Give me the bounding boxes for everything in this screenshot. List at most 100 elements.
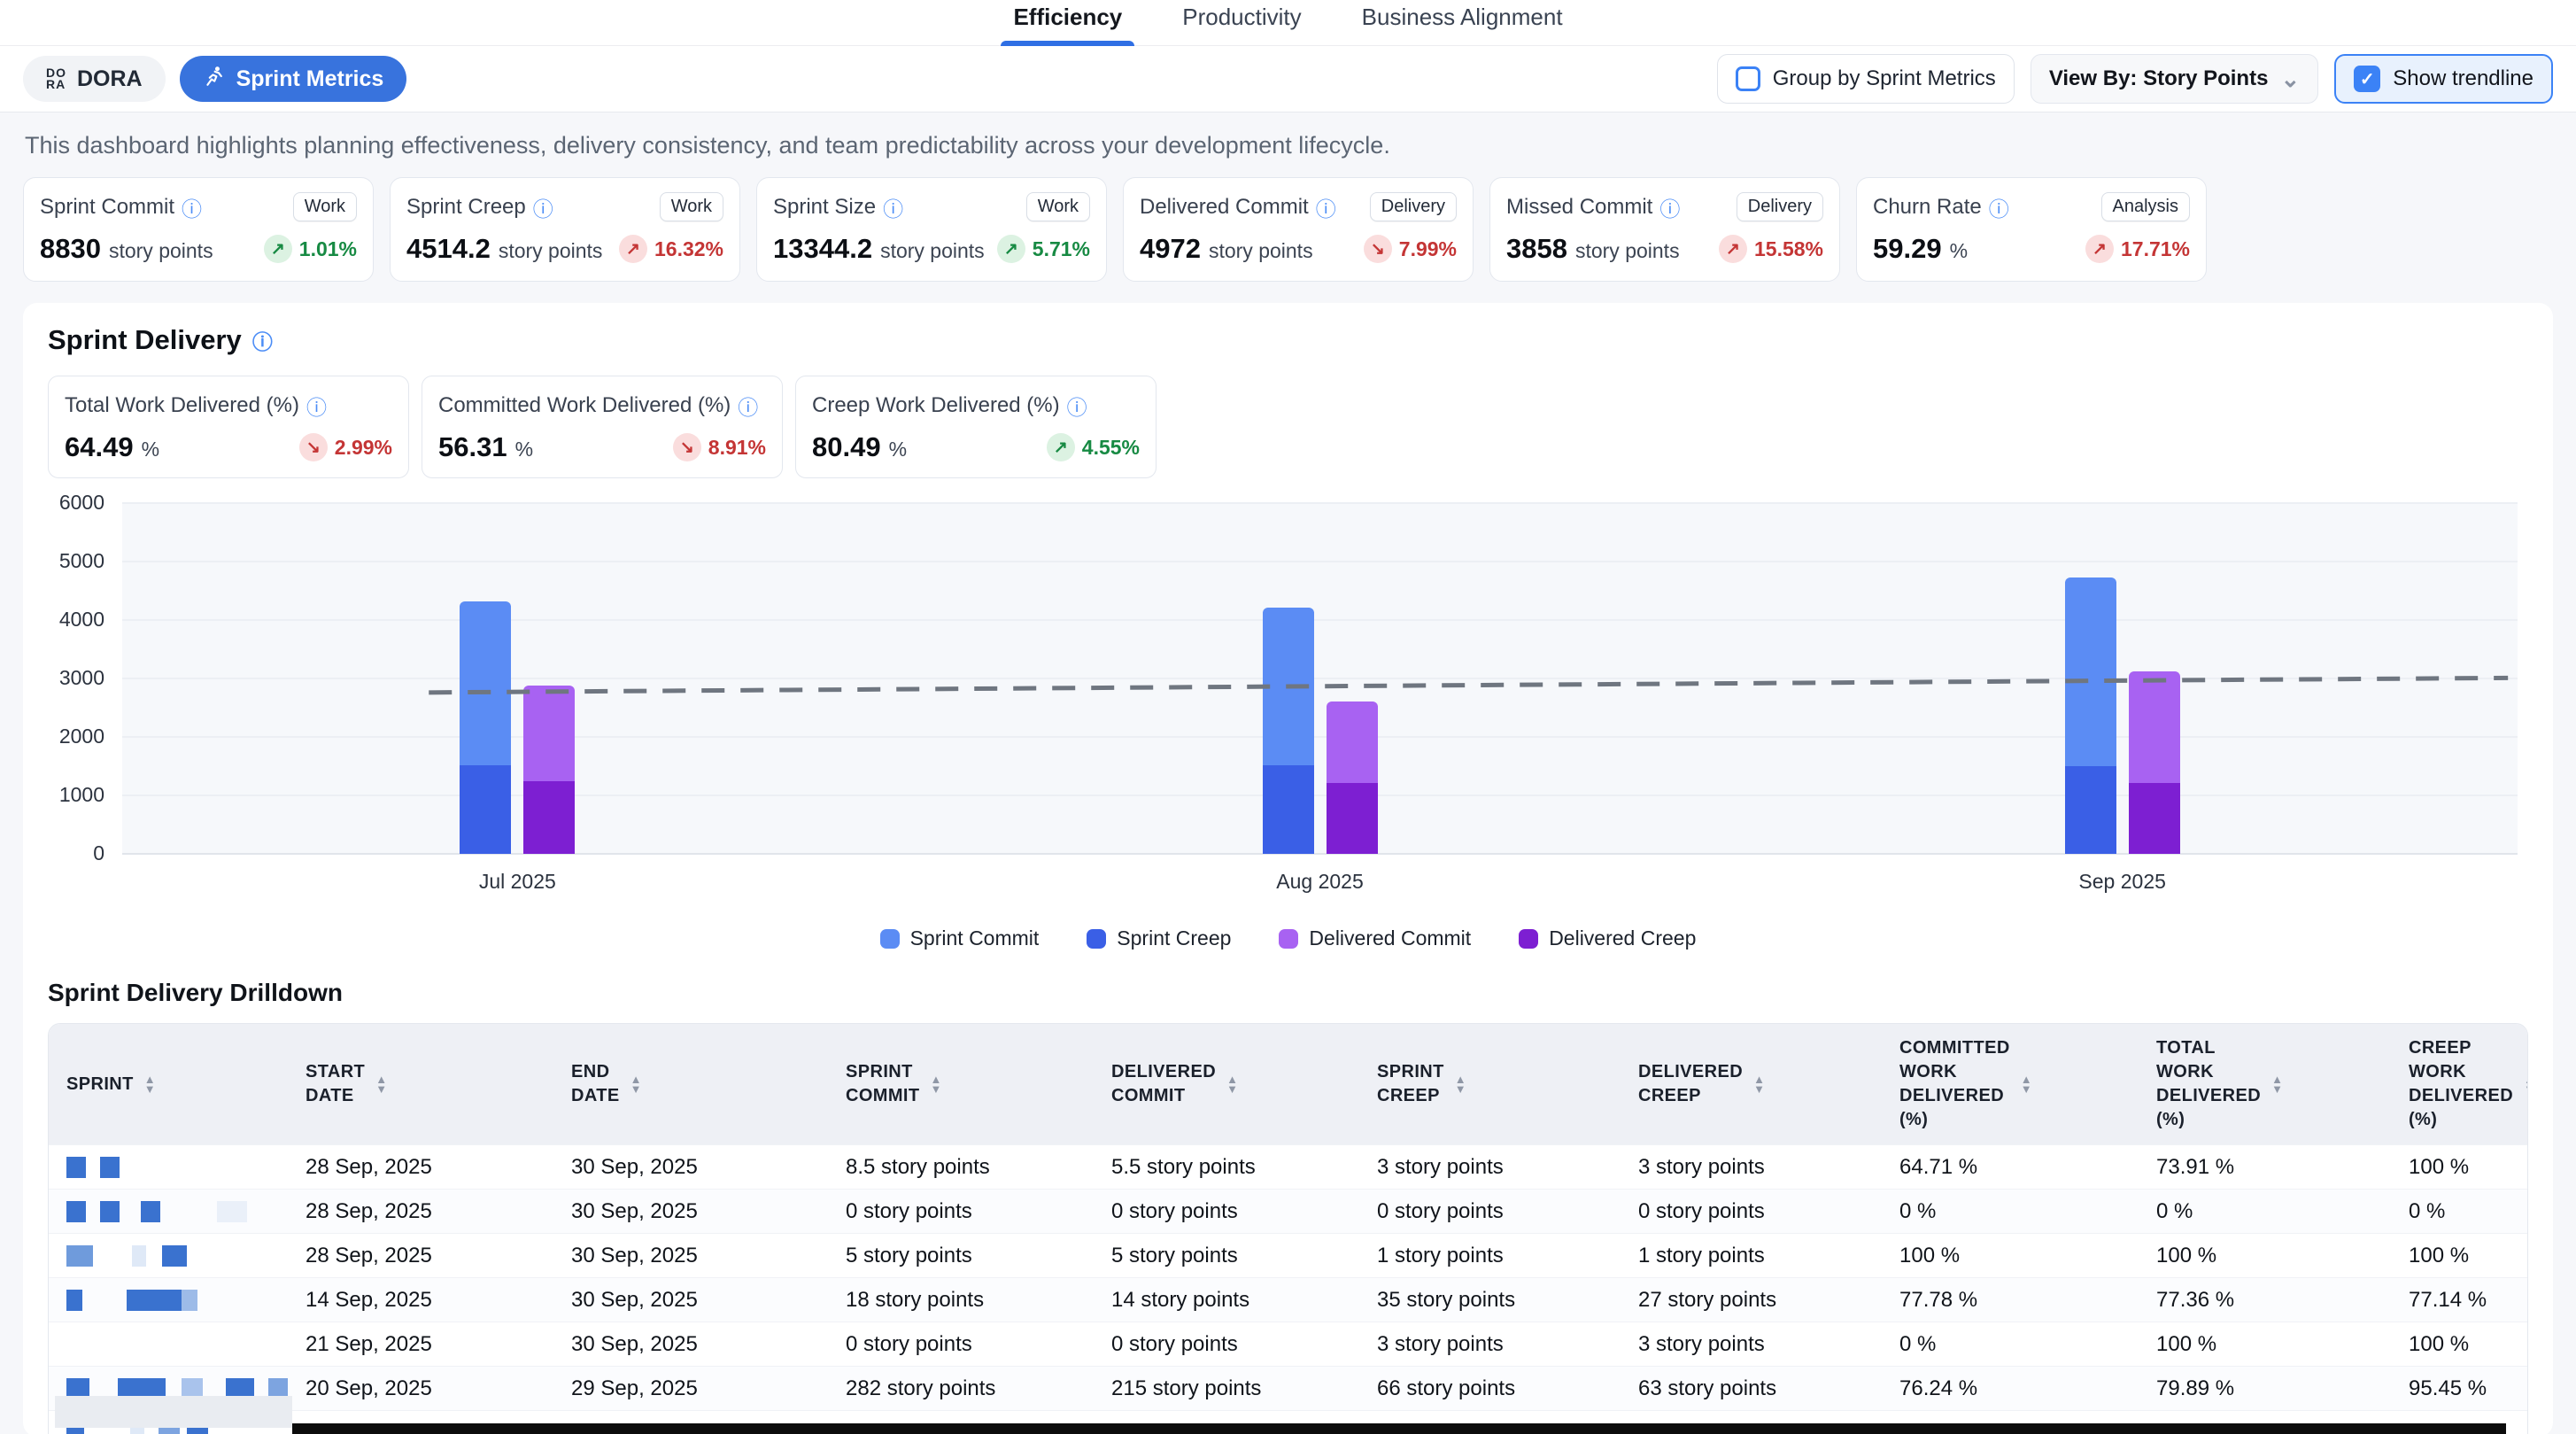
table-row[interactable]: 20 Sep, 202529 Sep, 2025282 story points… <box>49 1366 2527 1410</box>
redacted-sprint-name <box>141 1201 160 1222</box>
table-row[interactable]: 28 Sep, 202530 Sep, 20255 story points5 … <box>49 1233 2527 1277</box>
table-row[interactable]: 21 Sep, 202530 Sep, 20250 story points0 … <box>49 1322 2527 1366</box>
cell-delivered_commit: 5 story points <box>1094 1244 1359 1268</box>
bar-segment-delivered-commit[interactable] <box>523 686 575 781</box>
horizontal-scrollbar[interactable] <box>292 1423 2506 1434</box>
cell-start: 14 Sep, 2025 <box>288 1288 553 1313</box>
metric-unit: % <box>1950 239 1968 263</box>
column-label: END DATE <box>571 1060 620 1108</box>
sort-icon[interactable]: ▲▼ <box>144 1074 156 1094</box>
bar-segment-delivered-creep[interactable] <box>523 781 575 855</box>
column-header-end-date[interactable]: END DATE ▲▼ <box>553 1048 828 1120</box>
info-icon[interactable]: ⓘ <box>738 391 758 421</box>
tab-efficiency[interactable]: Efficiency <box>1010 0 1126 45</box>
redacted-sprint-name <box>100 1201 120 1222</box>
view-by-dropdown[interactable]: View By: Story Points ⌄ <box>2031 54 2318 104</box>
sort-icon[interactable]: ▲▼ <box>375 1074 387 1094</box>
category-badge: Work <box>293 192 357 221</box>
info-icon[interactable]: ⓘ <box>1316 192 1336 222</box>
cell-total_pct: 73.91 % <box>2139 1155 2391 1180</box>
dora-pill[interactable]: DORA DORA <box>23 56 166 102</box>
legend-item-sprint-creep[interactable]: Sprint Creep <box>1087 926 1231 950</box>
bar-segment-sprint-commit[interactable] <box>460 601 511 765</box>
table-row[interactable]: 14 Sep, 202530 Sep, 202518 story points1… <box>49 1277 2527 1322</box>
bar-segment-sprint-creep[interactable] <box>1263 765 1314 854</box>
info-icon[interactable]: ⓘ <box>883 192 903 222</box>
stacked-bar[interactable] <box>1263 608 1314 854</box>
bar-group-aug-2025[interactable] <box>1263 608 1378 854</box>
column-header-sprint-commit[interactable]: SPRINT COMMIT▲▼ <box>828 1048 1094 1120</box>
info-icon[interactable]: ⓘ <box>1659 192 1680 222</box>
bar-group-sep-2025[interactable] <box>2065 577 2180 854</box>
stacked-bar[interactable] <box>460 601 511 854</box>
bar-segment-sprint-commit[interactable] <box>2065 577 2116 766</box>
bar-segment-delivered-creep[interactable] <box>2129 783 2180 854</box>
info-icon[interactable]: ⓘ <box>1989 192 2009 222</box>
info-icon[interactable]: ⓘ <box>533 192 553 222</box>
sprint-metrics-pill[interactable]: Sprint Metrics <box>180 56 407 102</box>
cell-start: 20 Sep, 2025 <box>288 1376 553 1401</box>
cell-end: 29 Sep, 2025 <box>553 1376 828 1401</box>
bar-segment-sprint-commit[interactable] <box>1263 608 1314 765</box>
metric-group-pills: DORA DORA Sprint Metrics <box>23 56 406 102</box>
metric-card: Missed Commit ⓘ Delivery 3858 story poin… <box>1489 177 1840 282</box>
group-by-toggle[interactable]: Group by Sprint Metrics <box>1717 54 2015 104</box>
trend-arrow-icon: ↗ <box>619 235 647 263</box>
trendline-checkbox[interactable]: ✓ <box>2354 66 2380 92</box>
bar-segment-sprint-creep[interactable] <box>2065 766 2116 854</box>
sort-icon[interactable]: ▲▼ <box>931 1074 942 1094</box>
cell-delivered_creep: 1 story points <box>1621 1244 1882 1268</box>
metric-title-text: Total Work Delivered (%) <box>65 393 299 418</box>
column-header-committed-work-delivered[interactable]: COMMITTED WORK DELIVERED (%)▲▼ <box>1882 1024 2139 1144</box>
metric-card: Sprint Creep ⓘ Work 4514.2 story points … <box>390 177 740 282</box>
table-body: 28 Sep, 202530 Sep, 20258.5 story points… <box>49 1144 2527 1434</box>
sort-icon[interactable]: ▲▼ <box>2524 1074 2528 1094</box>
column-header-delivered-commit[interactable]: DELIVERED COMMIT ▲▼ <box>1094 1048 1359 1120</box>
tab-business-alignment[interactable]: Business Alignment <box>1358 0 1566 45</box>
stacked-bar[interactable] <box>2129 671 2180 854</box>
table-row[interactable]: 28 Sep, 202530 Sep, 20250 story points0 … <box>49 1189 2527 1233</box>
sort-icon[interactable]: ▲▼ <box>1226 1074 1238 1094</box>
stacked-bar[interactable] <box>1327 701 1378 854</box>
dora-logo-icon: DORA <box>46 67 66 90</box>
metric-card: Churn Rate ⓘ Analysis 59.29 % ↗ 17.71% <box>1856 177 2207 282</box>
info-icon[interactable]: ⓘ <box>252 325 273 355</box>
bar-segment-sprint-creep[interactable] <box>460 765 511 854</box>
chart-controls: Group by Sprint Metrics View By: Story P… <box>1717 54 2553 104</box>
legend-item-delivered-creep[interactable]: Delivered Creep <box>1519 926 1696 950</box>
column-label: DELIVERED COMMIT <box>1111 1060 1216 1108</box>
column-header-sprint-creep[interactable]: SPRINT CREEP▲▼ <box>1359 1048 1621 1120</box>
info-icon[interactable]: ⓘ <box>182 192 202 222</box>
bar-group-jul-2025[interactable] <box>460 601 575 854</box>
cell-sprint_creep: 3 story points <box>1359 1332 1621 1357</box>
column-header-creep-work-delivered[interactable]: CREEP WORK DELIVERED (%)▲▼ <box>2391 1024 2528 1144</box>
legend-item-delivered-commit[interactable]: Delivered Commit <box>1279 926 1471 950</box>
metric-unit: story points <box>109 239 213 263</box>
stacked-bar[interactable] <box>523 686 575 854</box>
legend-item-sprint-commit[interactable]: Sprint Commit <box>880 926 1040 950</box>
redacted-sprint-name <box>66 1157 86 1178</box>
column-header-sprint[interactable]: SPRINT▲▼ <box>49 1060 288 1109</box>
bar-segment-delivered-commit[interactable] <box>1327 701 1378 783</box>
info-icon[interactable]: ⓘ <box>306 391 327 421</box>
info-icon[interactable]: ⓘ <box>1067 391 1087 421</box>
column-header-start-date[interactable]: START DATE▲▼ <box>288 1048 553 1120</box>
tab-productivity[interactable]: Productivity <box>1179 0 1304 45</box>
table-row[interactable]: 28 Sep, 202530 Sep, 20258.5 story points… <box>49 1144 2527 1189</box>
sort-icon[interactable]: ▲▼ <box>1753 1074 1765 1094</box>
trend-arrow-icon: ↗ <box>2085 235 2114 263</box>
bar-segment-delivered-creep[interactable] <box>1327 783 1378 854</box>
show-trendline-toggle[interactable]: ✓ Show trendline <box>2334 54 2553 104</box>
trend-delta-value: 7.99% <box>1399 237 1457 261</box>
column-header-delivered-creep[interactable]: DELIVERED CREEP▲▼ <box>1621 1048 1882 1120</box>
column-header-total-work-delivered[interactable]: TOTAL WORK DELIVERED (%)▲▼ <box>2139 1024 2391 1144</box>
sort-icon[interactable]: ▲▼ <box>2271 1074 2283 1094</box>
metric-value: 4514.2 <box>406 233 491 265</box>
sort-icon[interactable]: ▲▼ <box>630 1074 642 1094</box>
group-by-checkbox[interactable] <box>1736 66 1760 91</box>
stacked-bar[interactable] <box>2065 577 2116 854</box>
sort-icon[interactable]: ▲▼ <box>1455 1074 1466 1094</box>
sort-icon[interactable]: ▲▼ <box>2021 1074 2032 1094</box>
legend-label: Delivered Creep <box>1549 926 1696 950</box>
bar-segment-delivered-commit[interactable] <box>2129 671 2180 782</box>
